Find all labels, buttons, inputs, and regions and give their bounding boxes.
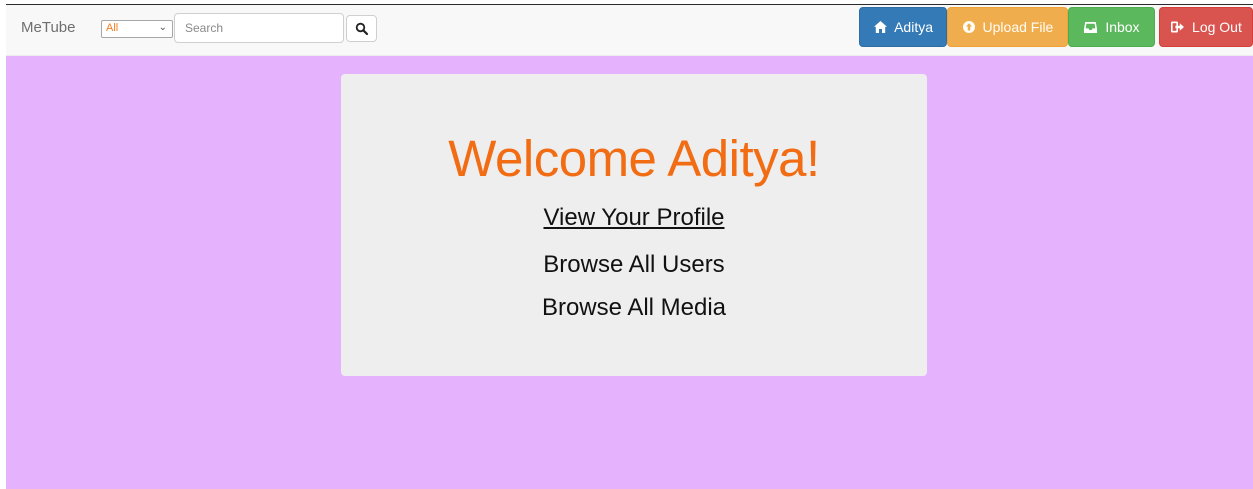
upload-file-button[interactable]: Upload File	[947, 7, 1068, 47]
welcome-card: Welcome Aditya! View Your Profile Browse…	[341, 74, 927, 376]
home-icon	[873, 21, 887, 34]
log-out-button[interactable]: Log Out	[1159, 7, 1253, 47]
page-frame: MeTube All ⌄ Aditya Upload File	[6, 4, 1253, 489]
log-out-label: Log Out	[1192, 19, 1242, 35]
search-button[interactable]	[346, 15, 377, 42]
inbox-icon	[1084, 21, 1098, 33]
upload-file-label: Upload File	[982, 19, 1054, 35]
home-button[interactable]: Aditya	[859, 7, 947, 47]
browse-users-link[interactable]: Browse All Users	[341, 251, 927, 279]
search-icon	[355, 22, 369, 36]
search-filter-value: All	[106, 22, 119, 34]
brand-name[interactable]: MeTube	[21, 19, 75, 36]
inbox-button[interactable]: Inbox	[1068, 7, 1155, 47]
chevron-down-icon: ⌄	[158, 22, 167, 33]
inbox-label: Inbox	[1105, 19, 1140, 35]
logout-icon	[1171, 21, 1185, 33]
welcome-heading: Welcome Aditya!	[448, 130, 820, 187]
search-filter-select[interactable]: All ⌄	[101, 20, 173, 38]
upload-icon	[962, 21, 975, 34]
search-input[interactable]	[174, 13, 344, 43]
home-button-label: Aditya	[894, 19, 934, 35]
view-profile-link[interactable]: View Your Profile	[341, 204, 927, 232]
browse-media-link[interactable]: Browse All Media	[341, 294, 927, 322]
top-navbar: MeTube All ⌄ Aditya Upload File	[6, 4, 1253, 56]
